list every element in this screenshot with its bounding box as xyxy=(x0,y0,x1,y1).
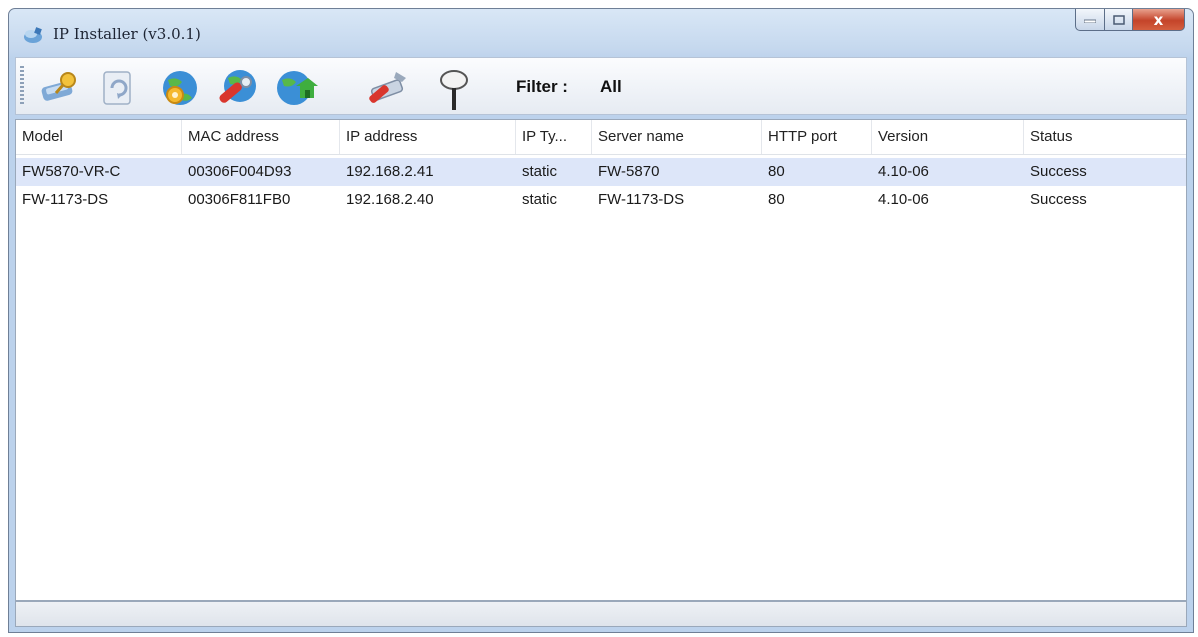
column-header-ip-type[interactable]: IP Ty... xyxy=(516,120,592,154)
cell-status: Success xyxy=(1030,191,1087,208)
filter-pin-icon[interactable] xyxy=(434,68,474,110)
device-table: Model MAC address IP address IP Ty... Se… xyxy=(15,119,1187,601)
minimize-icon xyxy=(1084,19,1096,23)
close-icon: x xyxy=(1153,10,1164,29)
filter-value[interactable]: All xyxy=(600,77,622,97)
filter-label: Filter : xyxy=(516,77,568,96)
cell-mac: 00306F004D93 xyxy=(188,163,292,180)
cell-ip-type: static xyxy=(522,163,558,180)
web-config-icon[interactable] xyxy=(274,68,318,108)
search-devices-icon[interactable] xyxy=(38,68,78,108)
app-window: IP Installer (v3.0.1) x Filter: All Mod… xyxy=(8,8,1194,633)
column-header-ip[interactable]: IP address xyxy=(340,120,516,154)
network-settings-icon[interactable] xyxy=(216,68,256,108)
column-header-status[interactable]: Status xyxy=(1024,120,1188,154)
app-icon xyxy=(23,26,43,44)
column-header-http-port[interactable]: HTTP port xyxy=(762,120,872,154)
window-title: IP Installer (v3.0.1) xyxy=(53,25,201,43)
column-header-server-name[interactable]: Server name xyxy=(592,120,762,154)
cell-model: FW-1173-DS xyxy=(22,191,109,208)
table-row[interactable]: FW-1173-DS 00306F811FB0 192.168.2.40 sta… xyxy=(16,186,1186,214)
cell-version: 4.10-06 xyxy=(878,191,929,208)
table-row[interactable]: FW5870-VR-C 00306F004D93 192.168.2.41 st… xyxy=(16,158,1186,186)
close-button[interactable]: x xyxy=(1133,9,1185,31)
title-bar[interactable]: IP Installer (v3.0.1) x xyxy=(9,9,1193,57)
maximize-button[interactable] xyxy=(1105,9,1133,31)
maximize-icon xyxy=(1112,14,1125,25)
cell-server-name: FW-5870 xyxy=(598,163,660,180)
refresh-icon[interactable] xyxy=(98,68,138,108)
table-header: Model MAC address IP address IP Ty... Se… xyxy=(16,120,1186,155)
cell-status: Success xyxy=(1030,163,1087,180)
cell-model: FW5870-VR-C xyxy=(22,163,121,180)
cell-ip: 192.168.2.40 xyxy=(346,191,434,208)
cell-server-name: FW-1173-DS xyxy=(598,191,685,208)
cell-http-port: 80 xyxy=(768,163,785,180)
cell-http-port: 80 xyxy=(768,191,785,208)
ip-settings-icon[interactable] xyxy=(158,68,198,108)
minimize-button[interactable] xyxy=(1075,9,1105,31)
cell-ip-type: static xyxy=(522,191,558,208)
cell-mac: 00306F811FB0 xyxy=(188,191,291,208)
toolbar: Filter : All xyxy=(15,57,1187,115)
cell-ip: 192.168.2.41 xyxy=(346,163,434,180)
column-header-model[interactable]: Model xyxy=(16,120,182,154)
toolbar-grip[interactable] xyxy=(20,66,24,106)
status-bar xyxy=(15,601,1187,627)
cell-version: 4.10-06 xyxy=(878,163,929,180)
window-controls: x xyxy=(1075,9,1185,35)
column-header-version[interactable]: Version xyxy=(872,120,1024,154)
tools-icon[interactable] xyxy=(368,68,408,108)
column-header-mac[interactable]: MAC address xyxy=(182,120,340,154)
